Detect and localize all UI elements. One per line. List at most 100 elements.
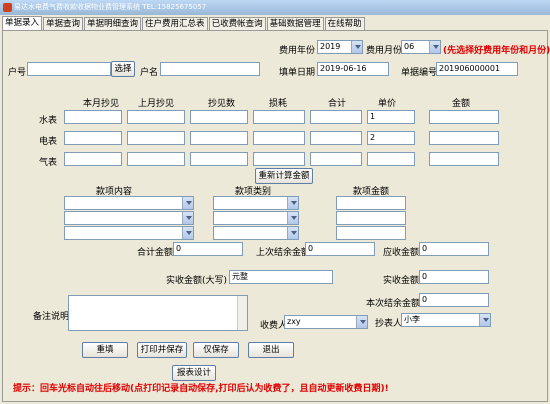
gas-current-input[interactable] <box>64 152 122 166</box>
this-balance-input[interactable]: 0 <box>419 293 489 307</box>
electric-unit-price-input[interactable]: 2 <box>367 131 415 145</box>
fee-year-label: 费用年份 <box>279 46 316 56</box>
reader-label: 抄表人 <box>375 319 403 329</box>
water-count-input[interactable] <box>190 110 248 124</box>
receivable-label: 应收金额 <box>383 248 420 258</box>
reader-select[interactable]: 小李 <box>401 313 491 327</box>
electric-row-label: 电表 <box>39 137 58 147</box>
tab-paid-query[interactable]: 已收费帐查询 <box>208 17 266 31</box>
refill-button[interactable]: 重填 <box>82 342 128 358</box>
item-amount-input-2[interactable] <box>336 211 406 225</box>
gas-count-input[interactable] <box>190 152 248 166</box>
fee-year-select[interactable]: 2019 <box>317 40 363 54</box>
fee-month-label: 费用月份 <box>366 46 403 56</box>
chevron-down-icon[interactable] <box>182 212 193 224</box>
item-type-select-3[interactable] <box>213 226 299 240</box>
number-input[interactable]: 201906000001 <box>436 62 518 76</box>
chevron-down-icon[interactable] <box>287 212 298 224</box>
report-design-button[interactable]: 报表设计 <box>172 365 216 381</box>
name-input[interactable] <box>160 62 260 76</box>
tab-entry[interactable]: 单据录入 <box>2 16 43 31</box>
gas-loss-input[interactable] <box>253 152 305 166</box>
item-content-select-1[interactable] <box>64 196 194 210</box>
payee-label: 收费人 <box>260 321 288 331</box>
chevron-down-icon[interactable] <box>351 41 362 53</box>
prev-balance-input[interactable]: 0 <box>305 242 375 256</box>
number-label: 单据编号 <box>401 68 438 78</box>
electric-amount-input[interactable] <box>429 131 499 145</box>
chevron-down-icon[interactable] <box>287 197 298 209</box>
col-last-reading: 上月抄见 <box>138 99 175 109</box>
tab-strip: 单据录入 单据查询 单据明细查询 住户费用汇总表 已收费帐查询 基础数据管理 在… <box>2 16 366 31</box>
actual-label: 实收金额 <box>383 276 420 286</box>
title-bar: 易达水电费气费收款收据物业费管理系统 TEL:15825675057 <box>0 0 550 15</box>
tab-detail-query[interactable]: 单据明细查询 <box>84 17 142 31</box>
tab-base-data[interactable]: 基础数据管理 <box>266 17 324 31</box>
electric-loss-input[interactable] <box>253 131 305 145</box>
item-amount-input-3[interactable] <box>336 226 406 240</box>
date-label: 填单日期 <box>279 68 316 78</box>
col-current-reading: 本月抄见 <box>83 99 120 109</box>
item-content-select-2[interactable] <box>64 211 194 225</box>
tab-help[interactable]: 在线帮助 <box>324 17 365 31</box>
entry-panel: 费用年份 2019 费用月份 06 (先选择好费用年份和月份) 户号 选择 户名… <box>2 30 550 402</box>
electric-count-input[interactable] <box>190 131 248 145</box>
col-total: 合计 <box>328 99 347 109</box>
water-amount-input[interactable] <box>429 110 499 124</box>
electric-current-input[interactable] <box>64 131 122 145</box>
actual-upper-label: 实收金额(大写) <box>166 276 228 286</box>
reader-value: 小李 <box>404 315 420 324</box>
remarks-scrollbar[interactable] <box>237 296 247 330</box>
gas-last-input[interactable] <box>127 152 185 166</box>
fee-year-value: 2019 <box>320 42 341 51</box>
account-input[interactable] <box>27 62 111 76</box>
item-content-select-3[interactable] <box>64 226 194 240</box>
electric-last-input[interactable] <box>127 131 185 145</box>
gas-row-label: 气表 <box>39 158 58 168</box>
gas-unit-price-input[interactable] <box>367 152 415 166</box>
this-balance-label: 本次结余金额 <box>366 299 421 309</box>
save-only-button[interactable]: 仅保存 <box>193 342 239 358</box>
chevron-down-icon[interactable] <box>287 227 298 239</box>
total-input[interactable]: 0 <box>173 242 243 256</box>
gas-total-input[interactable] <box>310 152 362 166</box>
date-input[interactable]: 2019-06-16 <box>317 62 389 76</box>
main-window: 易达水电费气费收款收据物业费管理系统 TEL:15825675057 单据录入 … <box>0 0 550 404</box>
tab-query[interactable]: 单据查询 <box>43 17 84 31</box>
chevron-down-icon[interactable] <box>479 314 490 326</box>
print-save-button[interactable]: 打印并保存 <box>137 342 187 358</box>
water-loss-input[interactable] <box>253 110 305 124</box>
fee-month-select[interactable]: 06 <box>401 40 441 54</box>
name-label: 户名 <box>140 68 159 78</box>
water-current-input[interactable] <box>64 110 122 124</box>
chevron-down-icon[interactable] <box>182 227 193 239</box>
payee-select[interactable]: zxy <box>284 315 368 329</box>
select-account-button[interactable]: 选择 <box>111 61 135 77</box>
item-amount-input-1[interactable] <box>336 196 406 210</box>
recalculate-button[interactable]: 重新计算金额 <box>255 168 313 184</box>
col-unit-price: 单价 <box>378 99 397 109</box>
payee-value: zxy <box>287 317 301 326</box>
account-label: 户号 <box>8 68 27 78</box>
item-type-select-2[interactable] <box>213 211 299 225</box>
actual-upper-input[interactable]: 元整 <box>229 270 333 284</box>
exit-button[interactable]: 退出 <box>248 342 294 358</box>
water-last-input[interactable] <box>127 110 185 124</box>
water-total-input[interactable] <box>310 110 362 124</box>
total-label: 合计金额 <box>137 248 174 258</box>
col-reading-count: 抄见数 <box>208 99 236 109</box>
remarks-textarea[interactable] <box>68 295 248 331</box>
water-unit-price-input[interactable]: 1 <box>367 110 415 124</box>
actual-input[interactable]: 0 <box>419 270 489 284</box>
water-row-label: 水表 <box>39 116 58 126</box>
prev-balance-label: 上次结余金额 <box>256 248 311 258</box>
chevron-down-icon[interactable] <box>182 197 193 209</box>
receivable-input[interactable]: 0 <box>419 242 489 256</box>
tab-summary[interactable]: 住户费用汇总表 <box>142 17 208 31</box>
item-type-select-1[interactable] <box>213 196 299 210</box>
chevron-down-icon[interactable] <box>356 316 367 328</box>
gas-amount-input[interactable] <box>429 152 499 166</box>
fee-month-value: 06 <box>404 42 415 51</box>
electric-total-input[interactable] <box>310 131 362 145</box>
chevron-down-icon[interactable] <box>429 41 440 53</box>
